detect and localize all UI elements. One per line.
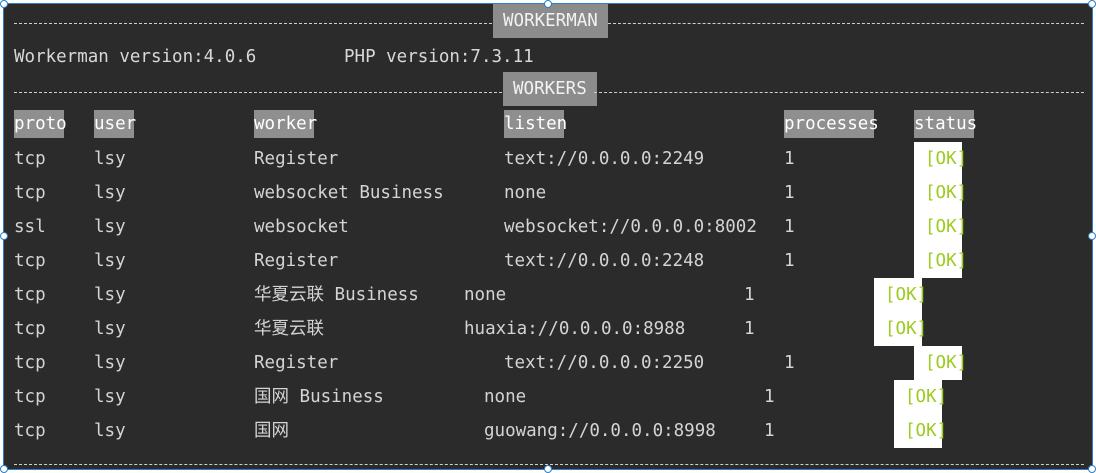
listen-cell: text://0.0.0.0:2248	[504, 251, 705, 271]
user-cell: lsy	[94, 421, 126, 441]
listen-cell: none	[484, 387, 527, 407]
resize-handle-top-middle[interactable]	[544, 0, 552, 8]
listen-cell: websocket://0.0.0.0:8002	[504, 217, 757, 237]
processes-cell: 1	[784, 183, 795, 203]
proto-cell: tcp	[14, 149, 46, 169]
proto-cell: tcp	[14, 387, 46, 407]
status-ok-text: [OK]	[925, 183, 968, 203]
status-ok-text: [OK]	[885, 285, 928, 305]
resize-handle-bottom-middle[interactable]	[544, 465, 552, 473]
status-ok-text: [OK]	[925, 217, 968, 237]
resize-handle-middle-right[interactable]	[1088, 232, 1096, 240]
resize-handle-bottom-left[interactable]	[0, 465, 8, 473]
column-header-user: user	[94, 110, 136, 138]
workerman-banner: WORKERMAN	[493, 4, 608, 38]
separator-line	[594, 92, 1084, 93]
status-ok-text: [OK]	[905, 421, 948, 441]
processes-cell: 1	[764, 421, 775, 441]
worker-cell: websocket Business	[254, 183, 444, 203]
proto-cell: tcp	[14, 251, 46, 271]
status-ok-text: [OK]	[925, 149, 968, 169]
column-header-processes: processes	[784, 110, 879, 138]
status-badge: [OK]	[914, 210, 967, 244]
processes-cell: 1	[744, 285, 755, 305]
processes-cell: 1	[784, 149, 795, 169]
column-header-worker: worker	[254, 110, 317, 138]
status-badge: [OK]	[914, 176, 967, 210]
resize-handle-bottom-right[interactable]	[1088, 465, 1096, 473]
worker-cell: Register	[254, 353, 339, 373]
status-ok-text: [OK]	[925, 251, 968, 271]
processes-cell: 1	[784, 217, 795, 237]
status-ok-text: [OK]	[885, 319, 928, 339]
processes-cell: 1	[784, 353, 795, 373]
listen-cell: none	[504, 183, 547, 203]
processes-cell: 1	[784, 251, 795, 271]
status-ok-text: [OK]	[925, 353, 968, 373]
separator-line	[14, 23, 492, 24]
proto-cell: tcp	[14, 353, 46, 373]
status-badge: [OK]	[874, 312, 927, 346]
proto-cell: tcp	[14, 421, 46, 441]
worker-cell: 华夏云联 Business	[254, 285, 419, 305]
user-cell: lsy	[94, 217, 126, 237]
listen-cell: none	[464, 285, 507, 305]
proto-cell: tcp	[14, 183, 46, 203]
listen-cell: text://0.0.0.0:2249	[504, 149, 705, 169]
user-cell: lsy	[94, 149, 126, 169]
proto-cell: tcp	[14, 319, 46, 339]
worker-cell: Register	[254, 251, 339, 271]
status-badge: [OK]	[894, 380, 947, 414]
proto-cell: tcp	[14, 285, 46, 305]
processes-cell: 1	[744, 319, 755, 339]
status-ok-text: [OK]	[905, 387, 948, 407]
php-version: PHP version:7.3.11	[344, 47, 534, 67]
user-cell: lsy	[94, 387, 126, 407]
separator-line	[608, 23, 1084, 24]
column-header-status: status	[914, 110, 977, 138]
worker-cell: websocket	[254, 217, 349, 237]
worker-cell: 国网 Business	[254, 387, 384, 407]
worker-cell: Register	[254, 149, 339, 169]
status-badge: [OK]	[894, 414, 947, 448]
terminal-screenshot: WORKERMAN Workerman version:4.0.6 PHP ve…	[3, 3, 1093, 470]
listen-cell: text://0.0.0.0:2250	[504, 353, 705, 373]
resize-handle-middle-left[interactable]	[0, 232, 8, 240]
workerman-version: Workerman version:4.0.6	[14, 47, 257, 67]
user-cell: lsy	[94, 353, 126, 373]
separator-line	[14, 92, 502, 93]
column-header-listen: listen	[504, 110, 567, 138]
processes-cell: 1	[764, 387, 775, 407]
status-badge: [OK]	[914, 346, 967, 380]
user-cell: lsy	[94, 285, 126, 305]
column-header-proto: proto	[14, 110, 67, 138]
status-badge: [OK]	[874, 278, 927, 312]
worker-cell: 国网	[254, 421, 289, 441]
proto-cell: ssl	[14, 217, 46, 237]
resize-handle-top-left[interactable]	[0, 0, 8, 8]
resize-handle-top-right[interactable]	[1088, 0, 1096, 8]
user-cell: lsy	[94, 319, 126, 339]
user-cell: lsy	[94, 251, 126, 271]
workers-banner: WORKERS	[503, 72, 597, 106]
status-badge: [OK]	[914, 244, 967, 278]
worker-cell: 华夏云联	[254, 319, 324, 339]
listen-cell: huaxia://0.0.0.0:8988	[464, 319, 686, 339]
listen-cell: guowang://0.0.0.0:8998	[484, 421, 716, 441]
status-badge: [OK]	[914, 142, 967, 176]
user-cell: lsy	[94, 183, 126, 203]
